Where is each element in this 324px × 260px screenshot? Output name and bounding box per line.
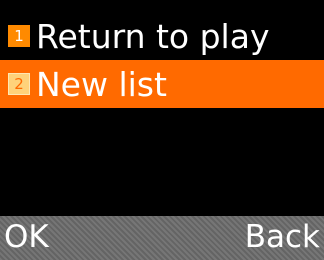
options-menu: 1 Return to play 2 New list [0, 12, 324, 108]
menu-item-new-list[interactable]: 2 New list [0, 60, 324, 108]
menu-item-label: Return to play [36, 16, 270, 56]
ok-softkey[interactable]: OK [4, 222, 49, 253]
menu-item-label: New list [36, 64, 167, 104]
menu-item-return-to-play[interactable]: 1 Return to play [0, 12, 324, 60]
softkey-bar: OK Back [0, 216, 324, 260]
number-2-icon: 2 [8, 73, 30, 95]
number-1-icon: 1 [8, 25, 30, 47]
phone-screen: 1 Return to play 2 New list OK Back [0, 0, 324, 260]
back-softkey[interactable]: Back [245, 222, 320, 253]
